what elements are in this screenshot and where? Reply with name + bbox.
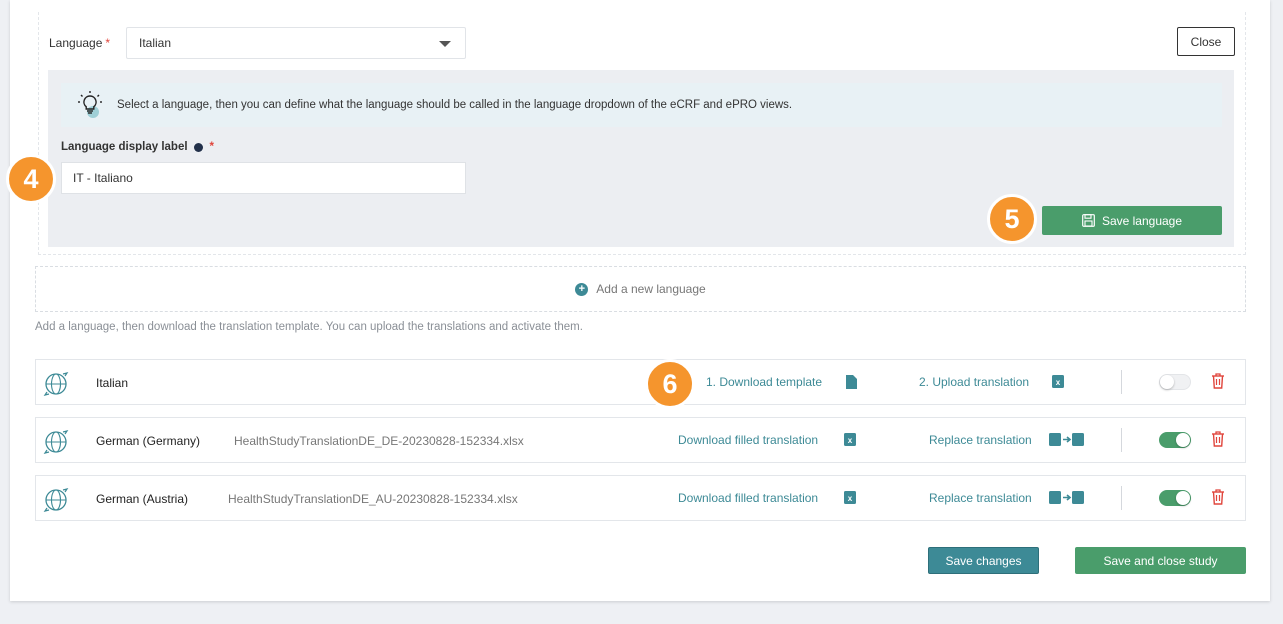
trash-icon[interactable] (1211, 431, 1225, 447)
info-icon[interactable] (193, 142, 203, 152)
active-toggle[interactable] (1159, 374, 1191, 390)
replace-translation-link[interactable]: Replace translation (929, 491, 1032, 505)
translate-globe-icon (43, 430, 69, 454)
active-toggle[interactable] (1159, 490, 1191, 506)
chevron-down-icon (439, 41, 451, 47)
replace-file-icon[interactable] (1049, 491, 1085, 504)
save-language-button[interactable]: Save language (1042, 206, 1222, 235)
translation-file-name: HealthStudyTranslationDE_DE-20230828-152… (234, 434, 524, 448)
save-language-label: Save language (1101, 213, 1183, 228)
required-mark: * (209, 141, 215, 153)
language-field-label: Language * (49, 36, 110, 50)
toggle-knob (1160, 375, 1174, 389)
info-banner: Select a language, then you can define w… (61, 83, 1222, 127)
download-filled-translation-link[interactable]: Download filled translation (678, 433, 818, 447)
lightbulb-icon (78, 91, 102, 118)
display-label-text: Language display label (61, 141, 188, 153)
trash-icon[interactable] (1211, 489, 1225, 505)
language-select-value: Italian (139, 36, 172, 50)
display-label-input[interactable] (61, 162, 466, 194)
display-label-heading: Language display label * (61, 141, 214, 153)
save-and-close-button[interactable]: Save and close study (1075, 547, 1246, 574)
divider (1121, 370, 1122, 394)
divider (1121, 486, 1122, 510)
replace-translation-link[interactable]: Replace translation (929, 433, 1032, 447)
active-toggle[interactable] (1159, 432, 1191, 448)
plus-circle-icon: + (575, 282, 589, 296)
svg-text:x: x (848, 436, 853, 445)
translation-file-name: HealthStudyTranslationDE_AU-20230828-152… (228, 492, 518, 506)
step-badge-4: 4 (6, 154, 56, 204)
language-row: German (Germany) HealthStudyTranslationD… (35, 417, 1246, 463)
download-filled-translation-link[interactable]: Download filled translation (678, 491, 818, 505)
document-icon[interactable] (846, 375, 857, 389)
svg-text:x: x (1056, 378, 1061, 387)
language-row: German (Austria) HealthStudyTranslationD… (35, 475, 1246, 521)
language-name: German (Austria) (96, 492, 189, 506)
info-text: Select a language, then you can define w… (117, 99, 793, 111)
excel-file-icon[interactable]: x (844, 433, 856, 446)
language-name: Italian (96, 376, 129, 390)
language-select[interactable]: Italian (126, 27, 466, 59)
close-button[interactable]: Close (1177, 27, 1235, 56)
translate-globe-icon (43, 372, 69, 396)
language-label: Language (49, 36, 103, 50)
language-name: German (Germany) (96, 434, 201, 448)
add-language-button[interactable]: + Add a new language (35, 266, 1246, 312)
add-language-label: Add a new language (596, 282, 706, 296)
floppy-disk-icon (1082, 214, 1095, 227)
svg-text:x: x (848, 494, 853, 503)
trash-icon[interactable] (1211, 373, 1225, 389)
translate-globe-icon (43, 488, 69, 512)
save-changes-button[interactable]: Save changes (928, 547, 1039, 574)
required-mark: * (105, 36, 111, 50)
step-badge-6: 6 (645, 359, 695, 409)
upload-translation-link[interactable]: 2. Upload translation (919, 375, 1029, 389)
toggle-knob (1176, 491, 1190, 505)
excel-file-icon[interactable]: x (844, 491, 856, 504)
replace-file-icon[interactable] (1049, 433, 1085, 446)
download-template-link[interactable]: 1. Download template (706, 375, 822, 389)
step-badge-5: 5 (987, 194, 1037, 244)
excel-file-icon[interactable]: x (1052, 375, 1064, 388)
toggle-knob (1176, 433, 1190, 447)
divider (1121, 428, 1122, 452)
language-row: Italian 1. Download template 2. Upload t… (35, 359, 1246, 405)
helper-text: Add a language, then download the transl… (35, 321, 583, 333)
